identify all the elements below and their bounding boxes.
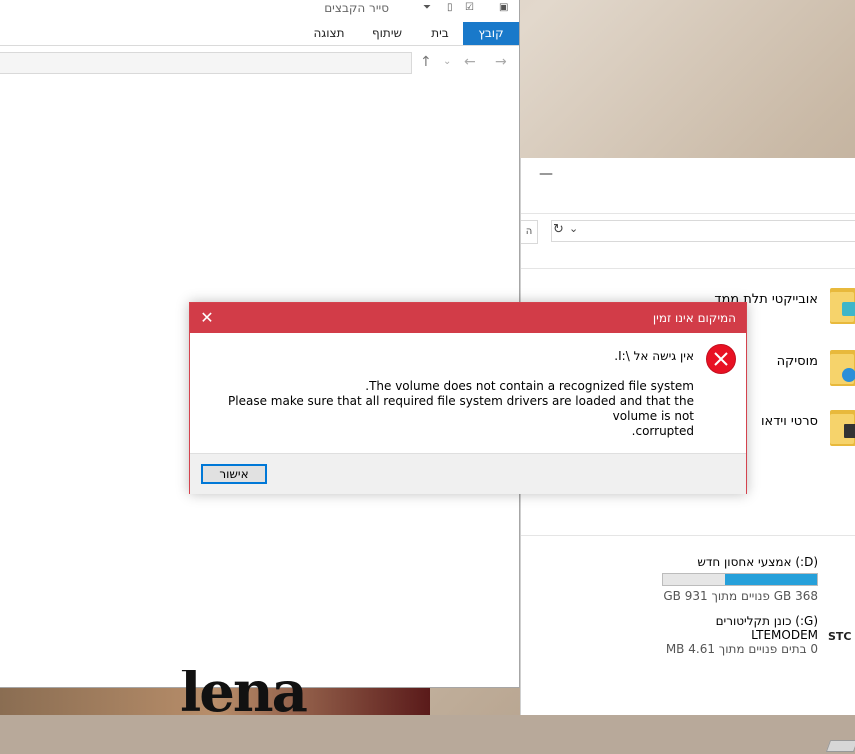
error-detail-line: The volume does not contain a recognized… [365,379,694,393]
folder-videos-icon [828,410,855,448]
tab-share[interactable]: שיתוף [367,22,407,45]
forward-arrow-icon[interactable]: → [495,54,507,70]
cd-drive-icon: STC [828,630,852,643]
search-box-edge[interactable]: ה [521,220,538,244]
drive-title: (D:) אמצעי אחסון חדש [697,555,818,569]
drive-item-d[interactable]: (D:) אמצעי אחסון חדש 368 GB פנויים מתוך … [662,555,818,603]
hard-drive-icon [825,732,855,754]
ok-button[interactable]: אישור [201,464,267,484]
tab-view[interactable]: תצוגה [309,22,349,45]
drive-volume-label: LTEMODEM [751,628,818,642]
explorer-icon: ▣ [499,2,509,13]
ribbon-tabs: קובץ בית שיתוף תצוגה [0,22,519,46]
tab-home[interactable]: בית [425,22,455,45]
divider [521,268,855,269]
tab-file[interactable]: קובץ [463,22,519,45]
folder-music-icon [828,350,855,388]
error-dialog: המיקום אינו זמין ✕ אין גישה אל \:I. The … [189,302,747,494]
minimize-button[interactable]: — [539,166,553,182]
address-bar[interactable] [551,220,855,242]
wallpaper-lettering: lena [180,670,308,715]
error-detail-line: corrupted. [631,424,694,438]
drive-free-space: 368 GB פנויים מתוך 931 GB [663,589,818,603]
drive-usage-bar [662,573,818,586]
refresh-icon[interactable]: ↻ [553,222,564,237]
quick-access-toolbar: ▣ ☑ ▯ ⏷ [401,0,513,16]
customize-toolbar-icon[interactable]: ⏷ [423,1,435,14]
dialog-title: המיקום אינו זמין [652,311,736,325]
folder-label: מוסיקה [776,354,818,369]
folder-3d-icon [828,288,855,326]
recent-chevron-icon[interactable]: ⌄ [443,56,451,67]
divider [521,213,855,214]
navigation-bar: → ← ⌄ ↑ [0,52,519,74]
drive-free-space: 0 בתים פנויים מתוך 4.61 MB [665,642,818,656]
error-heading: אין גישה אל \:I. [614,349,694,363]
back-arrow-icon[interactable]: ← [464,54,476,70]
window-title: סייר הקבצים [324,1,389,15]
drive-item-g[interactable]: (G:) כונן תקליטורים LTEMODEM 0 בתים פנוי… [666,614,818,656]
error-detail-line: Please make sure that all required file … [228,394,694,423]
dialog-footer: אישור [190,453,746,494]
error-icon [706,344,736,374]
new-folder-icon[interactable]: ▯ [447,1,457,14]
error-details: The volume does not contain a recognized… [214,379,694,439]
address-bar[interactable] [0,52,412,74]
folder-label: סרטי וידאו [760,414,818,429]
close-icon[interactable]: ✕ [196,307,218,329]
drive-title: (G:) כונן תקליטורים [715,614,818,628]
divider [521,535,855,536]
chevron-down-icon[interactable]: ⌄ [569,222,578,235]
dialog-titlebar: המיקום אינו זמין ✕ [190,303,746,333]
properties-icon[interactable]: ☑ [465,1,479,14]
up-arrow-icon[interactable]: ↑ [420,54,432,70]
